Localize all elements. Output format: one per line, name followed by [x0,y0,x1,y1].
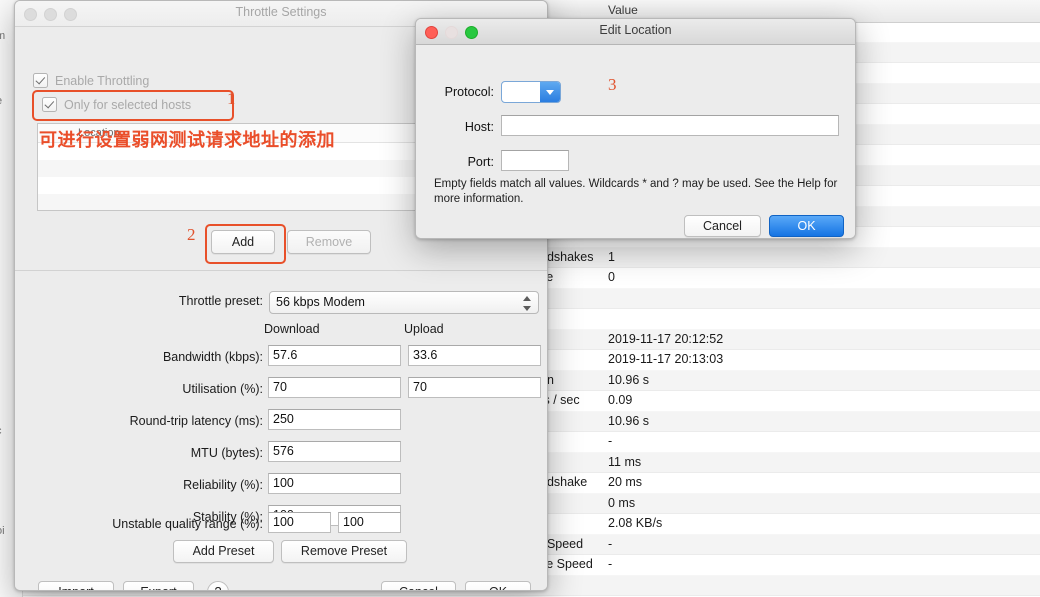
remove-preset-button[interactable]: Remove Preset [281,540,407,563]
remove-button: Remove [287,230,371,254]
throttle-preset-select[interactable]: 56 kbps Modem [269,291,539,314]
add-button[interactable]: Add [211,230,275,254]
port-input[interactable] [501,150,569,171]
field-label: Bandwidth (kbps): [162,350,263,364]
field-download-input[interactable]: 576 [268,441,401,462]
field-label: MTU (bytes): [190,446,263,460]
row-value: - [608,536,613,551]
field-download-input[interactable]: 250 [268,409,401,430]
only-selected-hosts-checkbox[interactable] [42,97,57,112]
row-value: 2019-11-17 20:13:03 [608,352,724,366]
cancel-button[interactable]: Cancel [381,581,456,590]
throttle-preset-label: Throttle preset: [178,294,263,308]
dialog-cancel-button[interactable]: Cancel [684,215,761,237]
enable-throttling-checkbox[interactable] [33,73,48,88]
throttle-preset-value: 56 kbps Modem [276,295,365,309]
row-value: 2019-11-17 20:12:52 [608,331,724,346]
chinese-annotation-text: 可进行设置弱网测试请求地址的添加 [39,130,335,151]
background-text-fragment: oi [0,525,5,537]
annotation-number-3: 3 [608,75,617,94]
row-key: ndshakes [540,249,594,264]
only-selected-hosts-row[interactable]: Only for selected hosts [42,97,191,112]
column-header-download: Download [264,322,320,336]
export-button[interactable]: Export [123,581,194,590]
edit-location-body: 3 Protocol: Host: Port: Empty fields mat… [416,45,855,238]
row-value: 10.96 s [608,413,650,428]
throttle-window-title: Throttle Settings [235,5,327,19]
add-preset-button[interactable]: Add Preset [173,540,274,563]
field-download-input[interactable]: 100 [268,473,401,494]
only-selected-hosts-label: Only for selected hosts [64,97,192,112]
field-label: Reliability (%): [183,478,263,492]
column-header-value: Value [608,3,638,17]
help-button[interactable]: ? [207,581,229,590]
field-upload-input[interactable]: 70 [408,377,541,398]
row-value: 0 ms [608,495,636,510]
screen-root: Value ndshakes1ve02019-11-17 20:12:52201… [0,0,1040,597]
unstable-quality-range-from-input[interactable]: 100 [268,512,331,533]
background-text-fragment: c [0,425,2,437]
protocol-label: Protocol: [444,85,494,99]
field-download-input[interactable]: 57.6 [268,345,401,366]
row-value: 0 [608,270,615,284]
import-button[interactable]: Import [38,581,114,590]
field-label: Utilisation (%): [182,382,263,396]
edit-location-dialog: Edit Location 3 Protocol: Host: Port: Em… [415,18,856,239]
field-download-input[interactable]: 70 [268,377,401,398]
row-value: 10.96 s [608,372,650,387]
divider [15,270,547,271]
edit-location-titlebar: Edit Location [416,19,855,45]
stepper-arrows-icon[interactable] [523,296,532,311]
enable-throttling-label: Enable Throttling [55,73,150,88]
host-input[interactable] [501,115,839,136]
row-value: 1 [608,249,615,264]
field-label: Round-trip latency (ms): [129,414,263,428]
field-upload-input[interactable]: 33.6 [408,345,541,366]
enable-throttling-row[interactable]: Enable Throttling [33,73,149,88]
protocol-select[interactable] [501,81,561,103]
background-text-fragment: m [0,30,5,42]
chevron-down-icon[interactable] [540,82,560,102]
dialog-help-text: Empty fields match all values. Wildcards… [434,178,838,205]
column-header-upload: Upload [404,322,444,336]
row-value: 0.09 [608,393,633,407]
row-value: - [608,434,613,448]
port-label: Port: [467,155,494,169]
edit-location-title: Edit Location [599,23,672,37]
row-value: 11 ms [608,454,642,469]
ok-button[interactable]: OK [465,581,531,590]
background-text-fragment: e [0,95,2,107]
dialog-ok-button[interactable]: OK [769,215,844,237]
annotation-number-2: 2 [187,225,196,244]
annotation-number-1: 1 [227,89,236,108]
row-value: - [608,557,613,571]
unstable-quality-range-to-input[interactable]: 100 [338,512,401,533]
row-value: 2.08 KB/s [608,516,663,530]
unstable-quality-range-label: Unstable quality range (%): [112,517,263,531]
host-label: Host: [464,120,494,134]
row-value: 20 ms [608,475,643,489]
